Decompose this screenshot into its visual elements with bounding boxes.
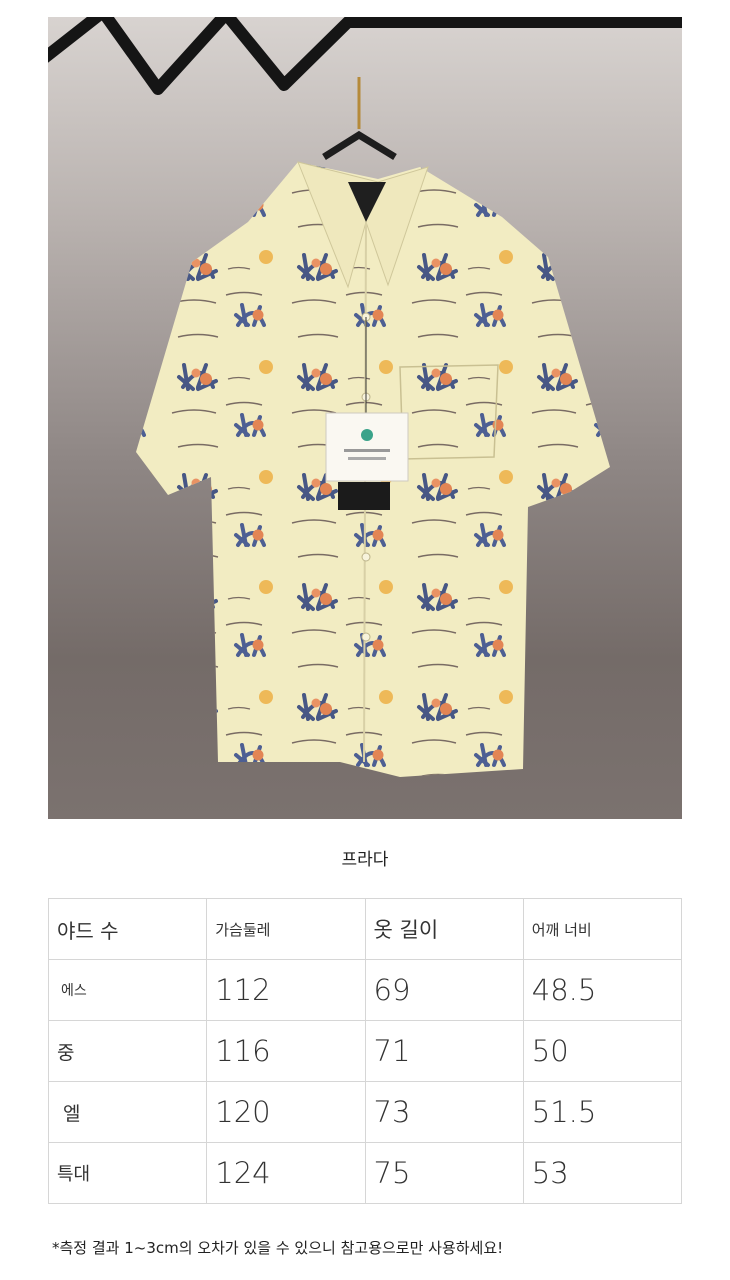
table-row: 중 116 71 50 — [47, 1020, 683, 1082]
column-header-size: 야드 수 — [47, 898, 208, 960]
length-value: 75 — [364, 1142, 524, 1204]
chest-value: 120 — [206, 1081, 366, 1143]
shoulder-value: 51.5 — [522, 1081, 683, 1143]
column-header-chest: 가슴둘레 — [206, 898, 366, 960]
chest-value: 112 — [206, 959, 366, 1021]
chest-value: 124 — [206, 1142, 366, 1204]
length-value: 73 — [364, 1081, 524, 1143]
shoulder-value: 50 — [522, 1020, 683, 1082]
size-label: 특대 — [47, 1142, 208, 1204]
size-label: 엘 — [47, 1081, 208, 1143]
column-header-shoulder: 어깨 너비 — [522, 898, 683, 960]
length-value: 71 — [364, 1020, 524, 1082]
shirt-illustration — [48, 17, 682, 777]
length-value: 69 — [364, 959, 524, 1021]
table-row: 특대 124 75 53 — [47, 1142, 683, 1204]
product-photo — [48, 17, 682, 819]
brand-name: 프라다 — [341, 850, 389, 870]
measurement-footnote: *측정 결과 1~3cm의 오차가 있을 수 있으니 참고용으로만 사용하세요! — [52, 1239, 504, 1257]
table-row: 에스 112 69 48.5 — [47, 959, 683, 1021]
table-row: 엘 120 73 51.5 — [47, 1081, 683, 1143]
size-table: 야드 수 가슴둘레 옷 길이 어깨 너비 에스 112 69 48.5 중 11… — [47, 898, 683, 1204]
size-label: 중 — [47, 1020, 208, 1082]
column-header-length: 옷 길이 — [364, 898, 524, 960]
table-header-row: 야드 수 가슴둘레 옷 길이 어깨 너비 — [47, 898, 683, 960]
size-label: 에스 — [47, 959, 208, 1021]
shoulder-value: 48.5 — [522, 959, 683, 1021]
chest-value: 116 — [206, 1020, 366, 1082]
shoulder-value: 53 — [522, 1142, 683, 1204]
